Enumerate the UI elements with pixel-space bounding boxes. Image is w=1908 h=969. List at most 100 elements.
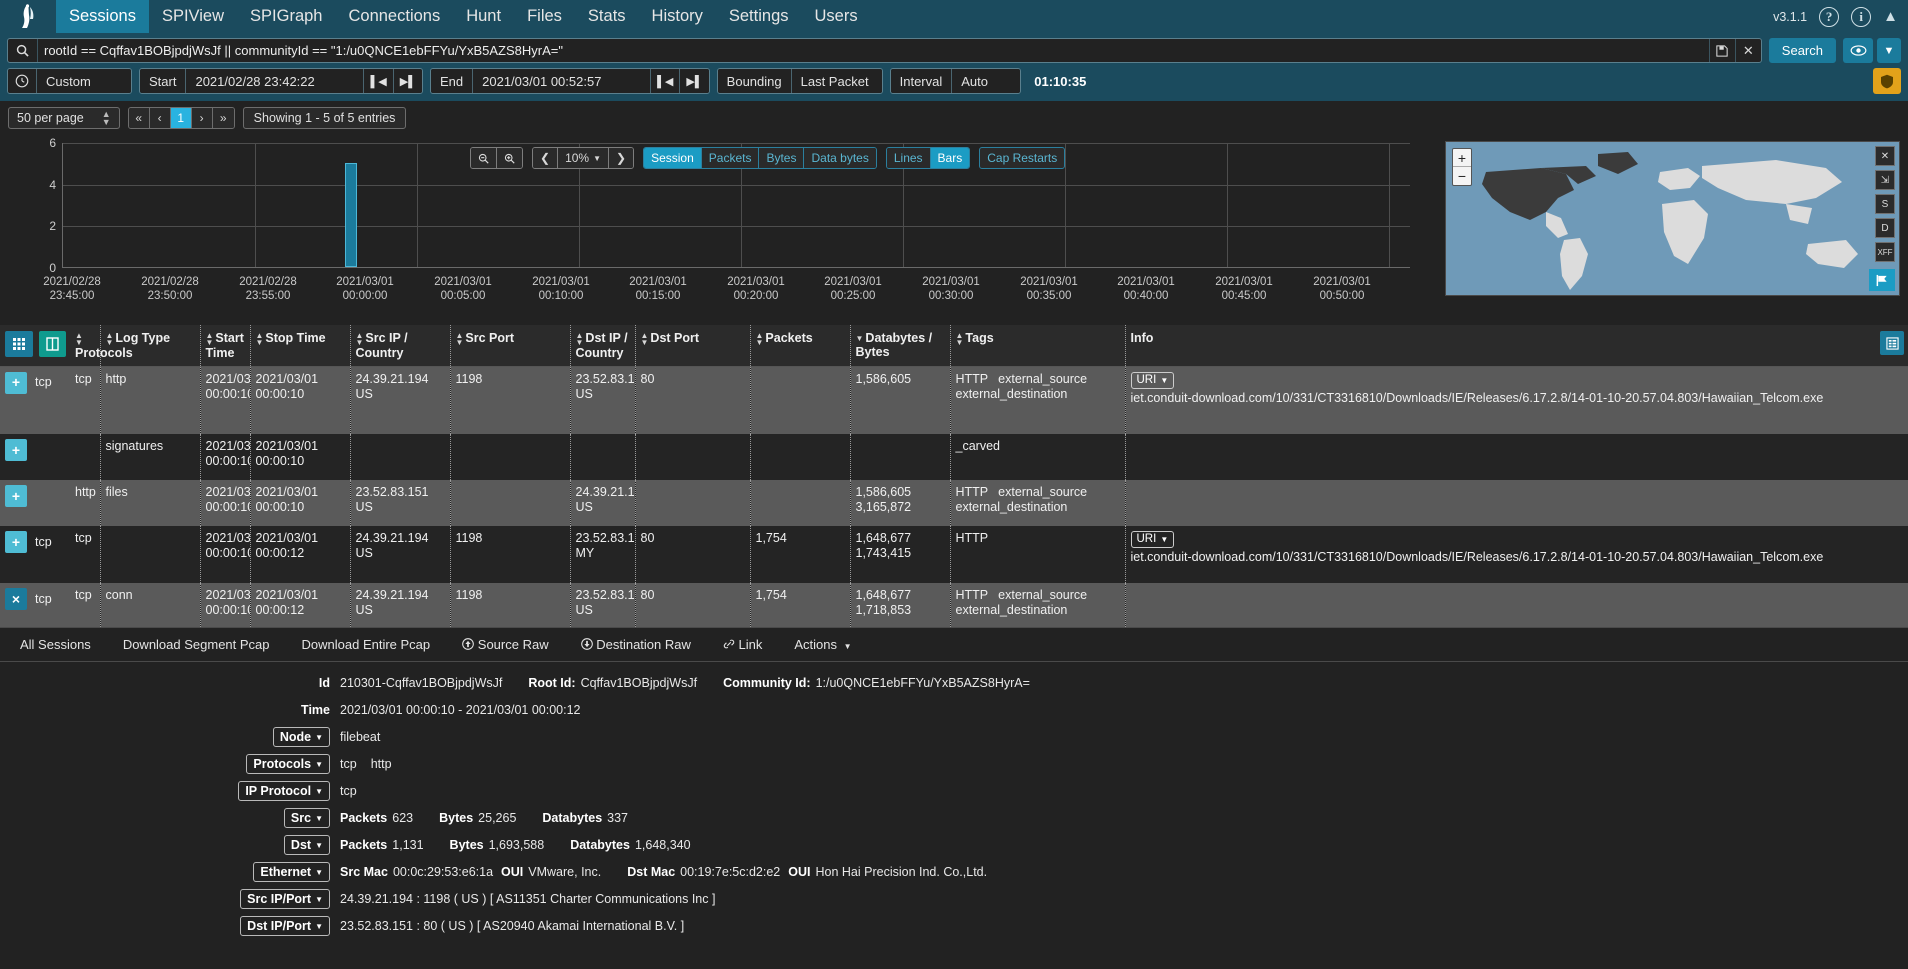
info-url[interactable]: iet.conduit-download.com/10/331/CT331681… (1131, 391, 1905, 406)
nav-item-files[interactable]: Files (514, 0, 575, 33)
node-dropdown-button[interactable]: Node ▼ (272, 727, 330, 748)
download-entire-pcap-link[interactable]: Download Entire Pcap (302, 637, 431, 652)
table-row[interactable]: × tcp tcphttp conn 2021/03/01 00:00:10 2… (0, 583, 1908, 628)
zoom-in-icon[interactable] (497, 148, 522, 168)
info-url[interactable]: iet.conduit-download.com/10/331/CT331681… (1131, 550, 1905, 565)
map-close-icon[interactable]: ✕ (1875, 146, 1895, 166)
nav-item-history[interactable]: History (639, 0, 716, 33)
pager-prev[interactable]: ‹ (149, 108, 171, 128)
column-header-srcip[interactable]: ▲ ▼ Src IP / Country (350, 325, 451, 367)
src-dropdown-button[interactable]: Src ▼ (283, 808, 330, 829)
nav-item-connections[interactable]: Connections (335, 0, 453, 33)
source-raw-link[interactable]: Source Raw (462, 637, 549, 652)
pager-next[interactable]: › (191, 108, 213, 128)
table-row[interactable]: + http files 2021/03/01 00:00:10 2021/03… (0, 480, 1908, 527)
end-step-forward-icon[interactable]: ▶▌ (680, 69, 709, 93)
bounding-select[interactable]: Last Packet (791, 69, 882, 93)
column-header-info[interactable]: Info (1125, 325, 1908, 367)
pager-first[interactable]: « (128, 108, 150, 128)
eye-icon[interactable] (1843, 38, 1873, 63)
shield-icon[interactable] (1873, 68, 1901, 94)
src-ipport-dropdown-button[interactable]: Src IP/Port ▼ (240, 889, 330, 910)
time-range-select[interactable]: Custom (37, 69, 131, 93)
chart-style-lines[interactable]: Lines (886, 148, 931, 168)
table-settings-icon[interactable] (1880, 331, 1904, 355)
column-header-dstip[interactable]: ▲ ▼ Dst IP / Country (570, 325, 636, 367)
chart-style-bars[interactable]: Bars (930, 148, 970, 168)
protocols-dropdown-button[interactable]: Protocols ▼ (246, 754, 330, 775)
info-icon[interactable]: i (1851, 6, 1872, 27)
nav-item-sessions[interactable]: Sessions (56, 0, 149, 33)
interval-select[interactable]: Auto (952, 69, 1021, 93)
flag-icon[interactable] (1869, 269, 1895, 291)
caret-down-icon[interactable]: ▼ (1877, 38, 1901, 63)
nav-item-spigraph[interactable]: SPIGraph (237, 0, 335, 33)
grid-icon[interactable] (5, 331, 33, 357)
chevron-left-icon[interactable]: ❮ (533, 148, 559, 168)
map-xff-toggle[interactable]: XFF (1875, 242, 1895, 262)
map-zoom-in-button[interactable]: + (1453, 149, 1471, 167)
chart-metric-bytes[interactable]: Bytes (759, 148, 805, 168)
ip-protocol-dropdown-button[interactable]: IP Protocol ▼ (238, 781, 330, 802)
nav-item-users[interactable]: Users (802, 0, 871, 33)
ethernet-dropdown-button[interactable]: Ethernet ▼ (253, 862, 330, 883)
end-time-input[interactable]: 2021/03/01 00:52:57 (473, 69, 652, 93)
chart-metric-packets[interactable]: Packets (701, 148, 760, 168)
start-step-back-icon[interactable]: ▌◀ (364, 69, 394, 93)
table-row[interactable]: + signatures 2021/03/01 00:00:10 2021/03… (0, 434, 1908, 481)
actions-dropdown[interactable]: Actions ▼ (794, 637, 851, 652)
dst-ipport-dropdown-button[interactable]: Dst IP/Port ▼ (240, 916, 330, 937)
search-icon[interactable] (8, 39, 38, 62)
nav-item-stats[interactable]: Stats (575, 0, 639, 33)
cap-restarts-button[interactable]: Cap Restarts (979, 147, 1066, 169)
collapse-row-button[interactable]: × (5, 588, 27, 611)
nav-item-hunt[interactable]: Hunt (453, 0, 514, 33)
column-header-protocols[interactable]: ▲ ▼Protocols (70, 325, 133, 367)
column-header-starttime[interactable]: ▲ ▼ Start Time (200, 325, 251, 367)
clock-icon[interactable] (8, 69, 37, 93)
link-action[interactable]: Link (723, 637, 762, 652)
table-row[interactable]: + tcp tcphttp 2021/03/01 00:00:10 2021/0… (0, 526, 1908, 584)
destination-raw-link[interactable]: Destination Raw (580, 637, 691, 652)
help-icon[interactable]: ? (1819, 6, 1840, 27)
expand-row-button[interactable]: + (5, 485, 27, 508)
close-icon[interactable]: ✕ (1734, 39, 1761, 62)
map-zoom-out-button[interactable]: − (1453, 167, 1471, 185)
chart-bar[interactable] (345, 163, 357, 267)
chart-metric-session[interactable]: Session (644, 148, 702, 168)
chart-metric-databytes[interactable]: Data bytes (804, 148, 876, 168)
end-step-back-icon[interactable]: ▌◀ (651, 69, 681, 93)
expand-row-button[interactable]: + (5, 531, 27, 554)
pager-page-1[interactable]: 1 (170, 108, 192, 128)
dst-dropdown-button[interactable]: Dst ▼ (283, 835, 330, 856)
zoom-percent-select[interactable]: 10% ▼ (558, 148, 610, 168)
zoom-out-icon[interactable] (471, 148, 497, 168)
column-header-stoptime[interactable]: ▲ ▼ Stop Time (250, 325, 351, 367)
search-input[interactable] (38, 39, 1709, 62)
column-header-databytes[interactable]: ▼ Databytes / Bytes (850, 325, 951, 367)
start-time-input[interactable]: 2021/02/28 23:42:22 (186, 69, 365, 93)
table-row[interactable]: + tcp tcphttp http 2021/03/01 00:00:10 2… (0, 366, 1908, 435)
per-page-select[interactable]: 50 per page ▲ ▼ (8, 107, 120, 129)
column-header-srcport[interactable]: ▲ ▼ Src Port (450, 325, 571, 367)
expand-row-button[interactable]: + (5, 371, 27, 394)
column-header-dstport[interactable]: ▲ ▼ Dst Port (635, 325, 751, 367)
pager-last[interactable]: » (212, 108, 234, 128)
start-step-forward-icon[interactable]: ▶▌ (393, 69, 422, 93)
save-icon[interactable] (1708, 39, 1735, 62)
map-src-toggle[interactable]: S (1875, 194, 1895, 214)
all-sessions-link[interactable]: All Sessions (20, 637, 91, 652)
expand-row-button[interactable]: + (5, 439, 27, 462)
map-dst-toggle[interactable]: D (1875, 218, 1895, 238)
map-expand-icon[interactable]: ⇲ (1875, 170, 1895, 190)
world-map[interactable]: + − ✕ ⇲ S D XFF (1445, 141, 1900, 296)
nav-item-spiview[interactable]: SPIView (149, 0, 237, 33)
column-header-packets[interactable]: ▲ ▼ Packets (750, 325, 851, 367)
search-button[interactable]: Search (1768, 38, 1836, 63)
column-header-logtype[interactable]: ▲ ▼ Log Type (99, 325, 201, 367)
arkime-logo-icon[interactable] (0, 0, 56, 33)
download-segment-pcap-link[interactable]: Download Segment Pcap (123, 637, 270, 652)
chevron-right-icon[interactable]: ❯ (609, 148, 634, 168)
nav-item-settings[interactable]: Settings (716, 0, 802, 33)
column-header-tags[interactable]: ▲ ▼ Tags (950, 325, 1126, 367)
